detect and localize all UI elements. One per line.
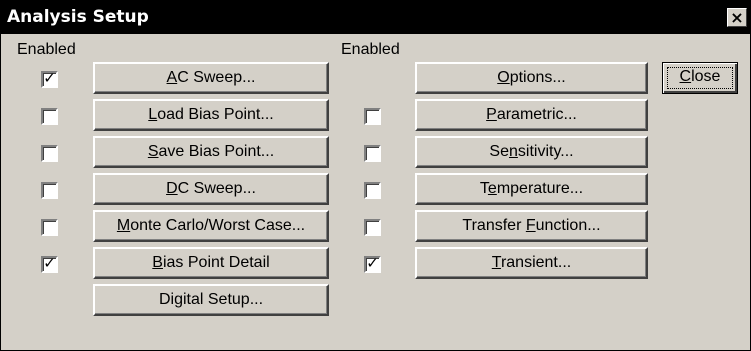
button-label: Bias Point Detail bbox=[152, 254, 270, 271]
enable-checkbox-sensitivity[interactable] bbox=[364, 145, 381, 162]
temperature-button[interactable]: Temperature... bbox=[415, 173, 648, 205]
transient-button[interactable]: Transient... bbox=[415, 247, 648, 279]
bias-point-detail-button[interactable]: Bias Point Detail bbox=[93, 247, 329, 279]
close-button[interactable]: Close bbox=[662, 62, 738, 94]
button-label: Transient... bbox=[491, 254, 572, 271]
enable-checkbox-load-bias-point[interactable] bbox=[41, 108, 58, 125]
button-label: AC Sweep... bbox=[166, 69, 256, 86]
button-label: Options... bbox=[497, 69, 566, 86]
save-bias-point-button[interactable]: Save Bias Point... bbox=[93, 136, 329, 168]
title-bar: Analysis Setup × bbox=[1, 1, 750, 34]
close-icon[interactable]: × bbox=[727, 8, 747, 27]
enable-checkbox-dc-sweep[interactable] bbox=[41, 182, 58, 199]
transfer-function-button[interactable]: Transfer Function... bbox=[415, 210, 648, 242]
checkmark-icon: ✓ bbox=[366, 254, 379, 272]
dc-sweep-button[interactable]: DC Sweep... bbox=[93, 173, 329, 205]
button-label: Transfer Function... bbox=[462, 217, 601, 234]
ac-sweep-button[interactable]: AC Sweep... bbox=[93, 62, 329, 94]
parametric-button[interactable]: Parametric... bbox=[415, 99, 648, 131]
sensitivity-button[interactable]: Sensitivity... bbox=[415, 136, 648, 168]
button-label: Monte Carlo/Worst Case... bbox=[116, 217, 306, 234]
monte-carlo-worst-case-button[interactable]: Monte Carlo/Worst Case... bbox=[93, 210, 329, 242]
button-label: Save Bias Point... bbox=[147, 143, 275, 160]
digital-setup-button[interactable]: Digital Setup... bbox=[93, 284, 329, 316]
button-label: Temperature... bbox=[479, 180, 584, 197]
enable-checkbox-save-bias-point[interactable] bbox=[41, 145, 58, 162]
button-label: Load Bias Point... bbox=[148, 106, 274, 123]
enable-checkbox-transfer-function[interactable] bbox=[364, 219, 381, 236]
analysis-setup-dialog: Analysis Setup × Enabled Enabled ✓ AC Swe… bbox=[0, 0, 751, 351]
enable-checkbox-temperature[interactable] bbox=[364, 182, 381, 199]
button-label: Sensitivity... bbox=[489, 143, 574, 160]
button-label: DC Sweep... bbox=[166, 180, 256, 197]
enabled-header-left: Enabled bbox=[17, 41, 76, 58]
enable-checkbox-parametric[interactable] bbox=[364, 108, 381, 125]
button-label: Parametric... bbox=[486, 106, 577, 123]
checkmark-icon: ✓ bbox=[43, 69, 56, 87]
dialog-title: Analysis Setup bbox=[7, 7, 149, 27]
checkmark-icon: ✓ bbox=[43, 254, 56, 272]
enabled-header-right: Enabled bbox=[341, 41, 400, 58]
options-button[interactable]: Options... bbox=[415, 62, 648, 94]
enable-checkbox-bias-point-detail[interactable]: ✓ bbox=[41, 254, 58, 273]
enable-checkbox-monte-carlo-worst-case[interactable] bbox=[41, 219, 58, 236]
button-label: Digital Setup... bbox=[158, 291, 264, 308]
load-bias-point-button[interactable]: Load Bias Point... bbox=[93, 99, 329, 131]
enable-checkbox-transient[interactable]: ✓ bbox=[364, 254, 381, 273]
enable-checkbox-ac-sweep[interactable]: ✓ bbox=[41, 69, 58, 88]
